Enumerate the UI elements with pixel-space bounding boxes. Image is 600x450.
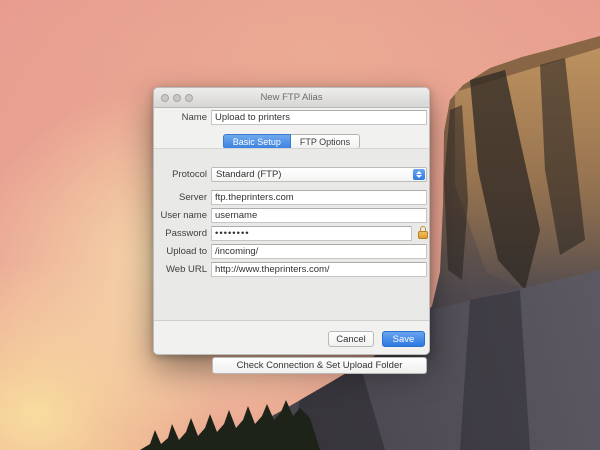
protocol-popup[interactable]: Standard (FTP) bbox=[211, 167, 427, 182]
password-input[interactable] bbox=[211, 226, 412, 241]
basic-setup-panel: Protocol Standard (FTP) Server User name… bbox=[154, 148, 429, 321]
upload-to-row: Upload to bbox=[154, 244, 429, 259]
upload-to-label: Upload to bbox=[154, 244, 207, 259]
password-row: Password bbox=[154, 226, 429, 241]
name-label: Name bbox=[154, 110, 207, 125]
server-input[interactable] bbox=[211, 190, 427, 205]
web-url-row: Web URL bbox=[154, 262, 429, 277]
upload-to-input[interactable] bbox=[211, 244, 427, 259]
server-row: Server bbox=[154, 190, 429, 205]
web-url-label: Web URL bbox=[154, 262, 207, 277]
web-url-input[interactable] bbox=[211, 262, 427, 277]
username-input[interactable] bbox=[211, 208, 427, 223]
dialog-footer: Cancel Save bbox=[154, 321, 429, 354]
password-label: Password bbox=[154, 226, 207, 241]
protocol-value: Standard (FTP) bbox=[216, 169, 281, 180]
tab-bar: Basic SetupFTP Options bbox=[154, 134, 429, 149]
username-row: User name bbox=[154, 208, 429, 223]
lock-icon bbox=[418, 226, 428, 240]
tab-ftp-options[interactable]: FTP Options bbox=[291, 134, 360, 149]
protocol-label: Protocol bbox=[154, 167, 207, 182]
cancel-button[interactable]: Cancel bbox=[328, 331, 374, 347]
titlebar[interactable]: New FTP Alias bbox=[154, 88, 429, 108]
tab-basic-setup[interactable]: Basic Setup bbox=[223, 134, 291, 149]
popup-stepper-icon[interactable] bbox=[413, 169, 425, 180]
name-input[interactable] bbox=[211, 110, 427, 125]
username-label: User name bbox=[154, 208, 207, 223]
window-title: New FTP Alias bbox=[154, 92, 429, 103]
save-button[interactable]: Save bbox=[382, 331, 425, 347]
protocol-row: Protocol Standard (FTP) bbox=[154, 167, 429, 182]
check-connection-button[interactable]: Check Connection & Set Upload Folder bbox=[212, 357, 427, 374]
new-ftp-alias-dialog: New FTP Alias Name Basic SetupFTP Option… bbox=[153, 87, 430, 355]
server-label: Server bbox=[154, 190, 207, 205]
name-row: Name bbox=[154, 110, 429, 125]
